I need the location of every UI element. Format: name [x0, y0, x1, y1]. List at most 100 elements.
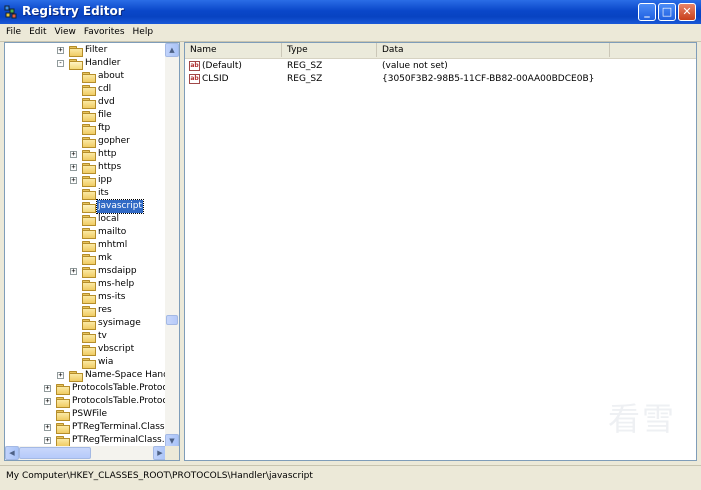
expand-icon[interactable]: + [57, 372, 64, 379]
tree-node[interactable]: PSWFile [5, 408, 167, 421]
key-tree: + Filter - Handler about cdl dvd file ftp gopher +… [5, 43, 167, 448]
tree-node-label: file [98, 110, 112, 120]
tree-node[interactable]: + ProtocolsTable.Protocols [5, 395, 167, 408]
tree-node[interactable]: - Handler [5, 57, 167, 70]
tree-node[interactable]: wia [5, 356, 167, 369]
tree-node[interactable]: + Name-Space Handle [5, 369, 167, 382]
close-button[interactable]: ✕ [678, 3, 696, 21]
tree-horizontal-scrollbar[interactable]: ◀ ▶ [5, 446, 167, 460]
tree-node-label: mhtml [98, 240, 128, 250]
tree-node-label: ipp [98, 175, 112, 185]
scroll-up-button[interactable]: ▲ [165, 43, 179, 57]
expand-icon[interactable]: + [70, 151, 77, 158]
expand-icon[interactable]: + [70, 164, 77, 171]
tree-node[interactable]: + ipp [5, 174, 167, 187]
expand-icon[interactable]: + [70, 268, 77, 275]
registry-editor-app-icon [4, 5, 17, 19]
tree-node-label: javascript [96, 199, 144, 214]
value-row[interactable]: ab (Default) REG_SZ (value not set) [185, 60, 696, 73]
expand-icon[interactable]: + [57, 47, 64, 54]
menu-edit[interactable]: Edit [25, 24, 50, 39]
tree-node[interactable]: gopher [5, 135, 167, 148]
folder-icon [82, 319, 96, 330]
tree-node[interactable]: dvd [5, 96, 167, 109]
tree-node[interactable]: + msdaipp [5, 265, 167, 278]
tree-node-label: ProtocolsTable.Protocols [72, 383, 167, 393]
folder-icon [69, 371, 83, 382]
tree-node[interactable]: ftp [5, 122, 167, 135]
tree-node-label: gopher [98, 136, 130, 146]
tree-node[interactable]: mailto [5, 226, 167, 239]
tree-node-label: Name-Space Handle [85, 370, 167, 380]
expand-icon[interactable]: + [44, 424, 51, 431]
value-name: (Default) [202, 61, 242, 71]
maximize-button[interactable]: □ [658, 3, 676, 21]
tree-node[interactable]: ms-its [5, 291, 167, 304]
status-bar: My Computer\HKEY_CLASSES_ROOT\PROTOCOLS\… [0, 465, 701, 490]
menu-bar: File Edit View Favorites Help [0, 24, 701, 42]
tree-node[interactable]: mhtml [5, 239, 167, 252]
key-tree-pane[interactable]: + Filter - Handler about cdl dvd file ftp gopher +… [4, 42, 180, 461]
title-bar[interactable]: Registry Editor _ □ ✕ [0, 0, 701, 25]
tree-node[interactable]: about [5, 70, 167, 83]
tree-node[interactable]: its [5, 187, 167, 200]
tree-node-label: msdaipp [98, 266, 137, 276]
tree-node[interactable]: vbscript [5, 343, 167, 356]
value-data: (value not set) [382, 61, 448, 71]
tree-node-label: vbscript [98, 344, 135, 354]
tree-node[interactable]: tv [5, 330, 167, 343]
tree-node[interactable]: file [5, 109, 167, 122]
tree-node[interactable]: + http [5, 148, 167, 161]
tree-vertical-scrollbar[interactable]: ▲ ▼ [165, 43, 179, 448]
window-title: Registry Editor [22, 4, 124, 18]
tree-node[interactable]: + https [5, 161, 167, 174]
tree-node[interactable]: + PTRegTerminal.Class [5, 421, 167, 434]
column-header-data[interactable]: Data [377, 43, 610, 57]
expand-icon[interactable]: + [44, 398, 51, 405]
folder-icon [82, 254, 96, 265]
tree-node[interactable]: res [5, 304, 167, 317]
tree-node[interactable]: javascript [5, 199, 167, 214]
folder-icon [82, 124, 96, 135]
folder-icon [82, 345, 96, 356]
tree-node[interactable]: cdl [5, 83, 167, 96]
minimize-icon: _ [644, 5, 650, 18]
folder-icon [82, 241, 96, 252]
value-row[interactable]: ab CLSID REG_SZ {3050F3B2-98B5-11CF-BB82… [185, 73, 696, 86]
tree-hscroll-thumb[interactable] [19, 447, 91, 459]
expand-icon[interactable]: + [70, 177, 77, 184]
column-header-type[interactable]: Type [282, 43, 377, 57]
folder-icon [82, 267, 96, 278]
tree-node-label: PSWFile [72, 409, 108, 419]
scroll-left-button[interactable]: ◀ [5, 446, 19, 460]
tree-node-label: Handler [85, 58, 121, 68]
tree-node[interactable]: mk [5, 252, 167, 265]
minimize-button[interactable]: _ [638, 3, 656, 21]
tree-node[interactable]: ms-help [5, 278, 167, 291]
tree-node-label: Filter [85, 45, 108, 55]
tree-node-label: its [98, 188, 109, 198]
tree-node-label: wia [98, 357, 114, 367]
expand-icon[interactable]: + [44, 437, 51, 444]
menu-help[interactable]: Help [129, 24, 158, 39]
column-header-name[interactable]: Name [185, 43, 282, 57]
tree-node[interactable]: sysimage [5, 317, 167, 330]
maximize-icon: □ [661, 5, 673, 18]
expand-icon[interactable]: + [44, 385, 51, 392]
tree-node-label: dvd [98, 97, 115, 107]
folder-icon [56, 436, 70, 447]
values-list-pane[interactable]: Name Type Data ab (Default) REG_SZ (valu… [184, 42, 697, 461]
tree-node[interactable]: + ProtocolsTable.Protocols [5, 382, 167, 395]
tree-node-label: ms-help [98, 279, 135, 289]
scrollbar-corner [165, 446, 179, 460]
tree-node[interactable]: local [5, 213, 167, 226]
collapse-icon[interactable]: - [57, 60, 64, 67]
tree-node[interactable]: + Filter [5, 44, 167, 57]
folder-icon [82, 228, 96, 239]
tree-node-label: tv [98, 331, 107, 341]
menu-file[interactable]: File [0, 24, 25, 39]
menu-view[interactable]: View [51, 24, 80, 39]
chevron-down-icon: ▼ [169, 437, 175, 445]
tree-vscroll-thumb[interactable] [166, 315, 178, 325]
menu-favorites[interactable]: Favorites [80, 24, 129, 39]
